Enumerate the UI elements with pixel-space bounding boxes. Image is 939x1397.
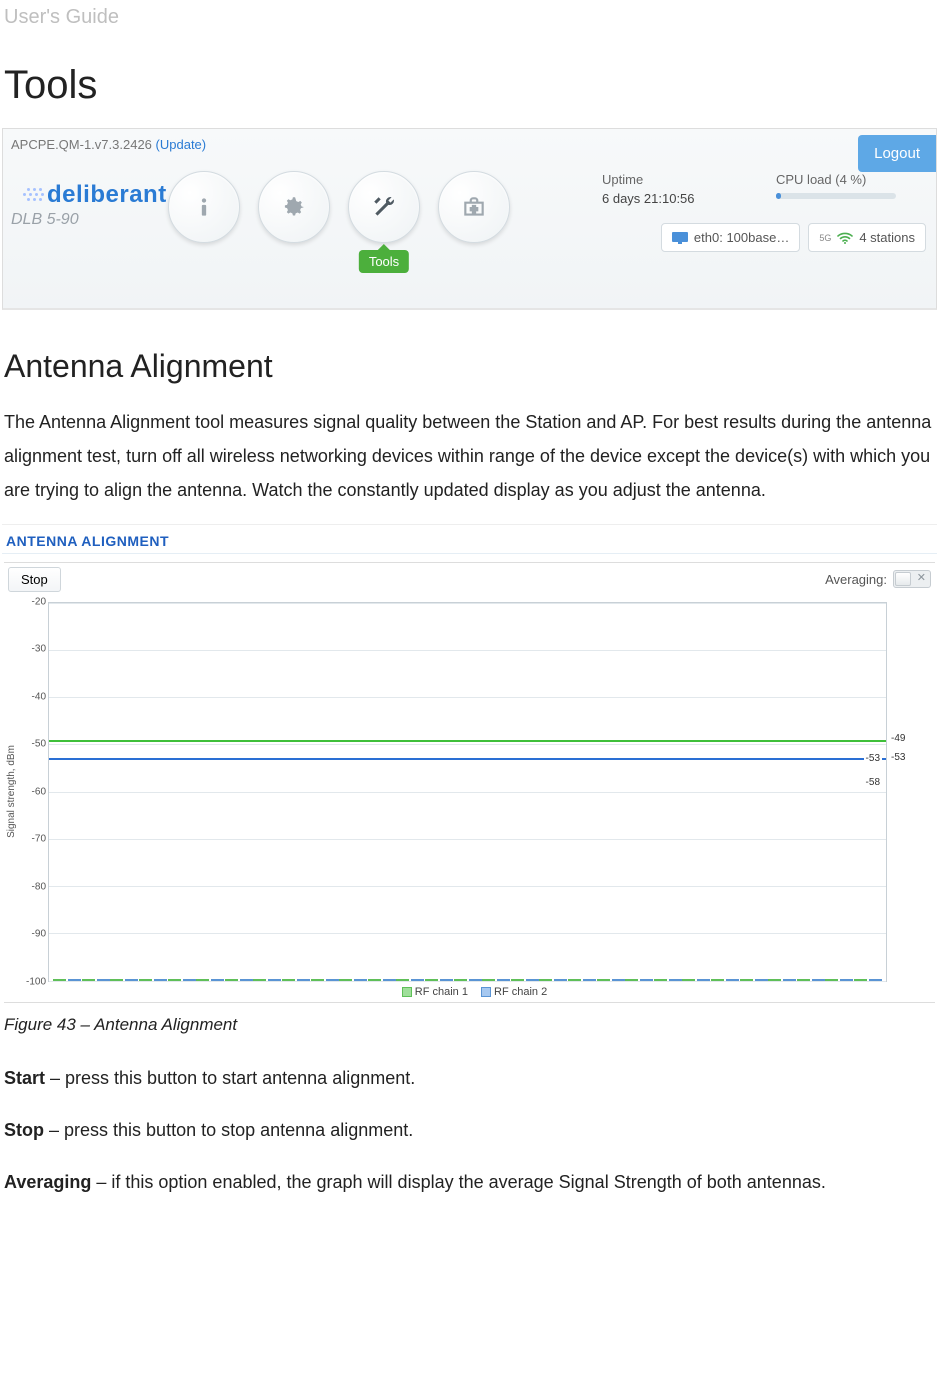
figure-caption: Figure 43 – Antenna Alignment [0,1011,939,1055]
nav-support-button[interactable] [438,171,510,243]
brand-logo: deliberant [11,181,167,209]
y-tick-label: -40 [32,691,46,702]
averaging-toggle[interactable] [893,570,931,588]
chart-wrapper: Signal strength, dBm -20-30-40-50-60-70-… [2,602,937,982]
grid-line [49,744,886,745]
gear-icon [281,194,307,220]
wrench-screwdriver-icon [371,194,397,220]
y-tick-label: -20 [32,596,46,607]
legend-swatch-chain2 [481,987,491,997]
def-stop-rest: – press this button to stop antenna alig… [44,1120,413,1140]
y-tick-label: -100 [26,976,46,987]
doc-header: User's Guide [0,0,939,29]
nav-active-label: Tools [359,250,409,273]
brand-block: deliberant DLB 5-90 [11,181,167,229]
page-title-tools: Tools [0,29,939,128]
def-stop-term: Stop [4,1120,44,1140]
grid-line [49,792,886,793]
y-axis-label-container: Signal strength, dBm [4,602,18,982]
wifi-icon [837,232,853,244]
y-tick-label: -30 [32,644,46,655]
def-start: Start – press this button to start anten… [0,1055,939,1107]
logout-button[interactable]: Logout [858,135,936,172]
def-start-rest: – press this button to start antenna ali… [45,1068,415,1088]
brand-name: deliberant [47,181,167,209]
cpu-bar-fill [776,193,781,199]
cpu-cell: CPU load (4 %) [776,171,926,209]
def-avg-rest: – if this option enabled, the graph will… [91,1172,826,1192]
y-tick-label: -90 [32,929,46,940]
right-marker-mid: -53 [889,752,907,763]
uptime-cell: Uptime 6 days 21:10:56 [602,171,752,209]
legend-label-chain1: RF chain 1 [415,986,468,998]
bottom-separator [4,1002,935,1003]
stop-button[interactable]: Stop [8,567,61,592]
status-grid: Uptime 6 days 21:10:56 CPU load (4 %) [602,171,926,209]
y-tick-label: -70 [32,834,46,845]
grid-line [49,886,886,887]
wifi-badge[interactable]: 5G 4 stations [808,223,926,252]
uptime-value: 6 days 21:10:56 [602,190,752,209]
current-label-chain2: -58 [864,777,882,788]
nav-tools-button[interactable]: Tools [348,171,420,243]
y-axis: -20-30-40-50-60-70-80-90-100 [18,602,48,982]
y-tick-label: -60 [32,786,46,797]
device-model: DLB 5-90 [11,211,167,229]
chart-legend: RF chain 1 RF chain 2 [2,982,937,1000]
section-title-antenna: Antenna Alignment [0,320,939,399]
averaging-label: Averaging: [825,572,887,587]
def-avg-term: Averaging [4,1172,91,1192]
grid-line [49,981,886,982]
firmware-version: APCPE.QM-1.v7.3.2426 [11,137,152,152]
intro-paragraph: The Antenna Alignment tool measures sign… [0,399,939,520]
info-icon [191,194,217,220]
firmware-line: APCPE.QM-1.v7.3.2426 (Update) [11,137,206,152]
nav-info-button[interactable] [168,171,240,243]
cpu-bar [776,193,896,199]
panel-controls: Stop Averaging: [2,565,937,602]
grid-line [49,603,886,604]
status-badges: eth0: 100base… 5G 4 stations [661,223,926,252]
grid-line [49,933,886,934]
wifi-badge-label: 4 stations [859,230,915,245]
device-top-bar: APCPE.QM-1.v7.3.2426 (Update) Logout del… [2,128,937,310]
right-marker-top: -49 [889,733,907,744]
grid-line [49,697,886,698]
chart-plot-area: -53 -58 [48,602,887,982]
grid-line [49,650,886,651]
legend-label-chain2: RF chain 2 [494,986,547,998]
averaging-control: Averaging: [825,570,931,588]
panel-title: ANTENNA ALIGNMENT [2,525,937,554]
def-averaging: Averaging – if this option enabled, the … [0,1159,939,1211]
eth-badge[interactable]: eth0: 100base… [661,223,800,252]
briefcase-plus-icon [461,194,487,220]
grid-line [49,839,886,840]
y-axis-label: Signal strength, dBm [6,745,17,838]
cpu-label: CPU load (4 %) [776,171,926,190]
ref-line-chain2 [49,758,886,760]
right-guide-labels: -49 -53 [887,602,935,982]
legend-swatch-chain1 [402,987,412,997]
update-link[interactable]: (Update) [156,137,207,152]
title-separator [4,562,935,563]
ref-line-chain1 [49,740,886,742]
antenna-alignment-panel: ANTENNA ALIGNMENT Stop Averaging: Signal… [2,524,937,1003]
def-stop: Stop – press this button to stop antenna… [0,1107,939,1159]
logo-dots-icon [11,188,45,202]
y-tick-label: -80 [32,881,46,892]
uptime-label: Uptime [602,171,752,190]
monitor-icon [672,232,688,244]
nav-icon-row: Tools [168,171,510,243]
def-start-term: Start [4,1068,45,1088]
wifi-band-prefix: 5G [819,233,831,243]
nav-settings-button[interactable] [258,171,330,243]
y-tick-label: -50 [32,739,46,750]
current-label-chain1: -53 [864,753,882,764]
eth-badge-label: eth0: 100base… [694,230,789,245]
